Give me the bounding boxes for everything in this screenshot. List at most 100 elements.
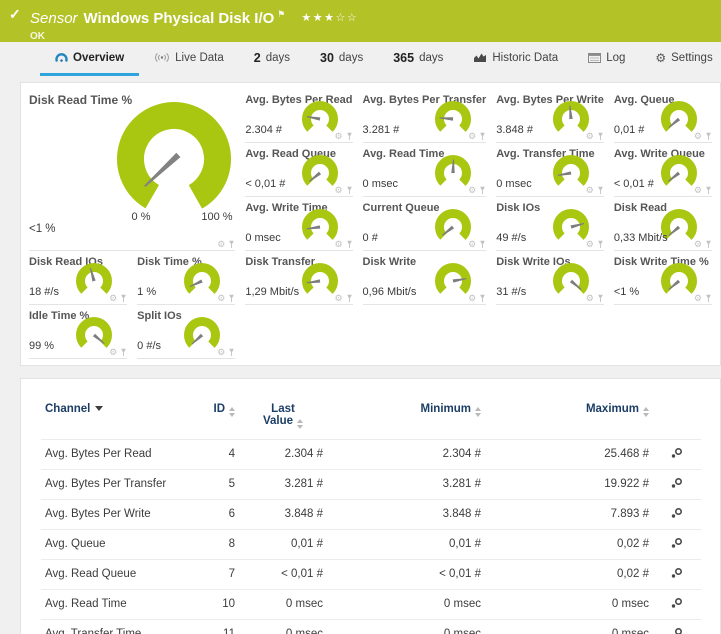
pin-icon[interactable]: [705, 186, 712, 195]
gear-icon[interactable]: ⚙: [217, 294, 225, 303]
pin-icon[interactable]: [346, 294, 353, 303]
pin-icon[interactable]: [120, 294, 127, 303]
channel-settings-icon[interactable]: [670, 507, 684, 519]
column-header-minimum[interactable]: Minimum: [327, 395, 485, 439]
channel-settings-icon[interactable]: [670, 477, 684, 489]
pin-icon[interactable]: [346, 240, 353, 249]
cell-last-value: 3.281 #: [239, 469, 327, 499]
pin-icon[interactable]: [228, 348, 235, 357]
cell-id: 11: [191, 619, 239, 634]
tab-overview[interactable]: Overview: [40, 42, 139, 76]
tab-label: days: [339, 52, 363, 64]
gear-icon[interactable]: ⚙: [468, 240, 476, 249]
gear-icon[interactable]: ⚙: [586, 240, 594, 249]
tab-30-days[interactable]: 30 days: [305, 42, 378, 76]
pin-icon[interactable]: [346, 132, 353, 141]
gear-icon[interactable]: ⚙: [334, 294, 342, 303]
gear-icon[interactable]: ⚙: [586, 132, 594, 141]
gear-icon[interactable]: ⚙: [334, 240, 342, 249]
big-gauge-tile: Disk Read Time % 0 % 100 % <1 % ⚙: [29, 91, 235, 251]
channel-settings-icon[interactable]: [670, 627, 684, 634]
channel-settings-icon[interactable]: [670, 567, 684, 579]
pin-icon[interactable]: [479, 132, 486, 141]
cell-id: 5: [191, 469, 239, 499]
pin-icon[interactable]: [705, 132, 712, 141]
gauge-tile: Avg. Transfer Time 0 msec ⚙: [496, 145, 604, 197]
gear-icon[interactable]: ⚙: [586, 186, 594, 195]
cell-maximum: 0,02 #: [485, 529, 653, 559]
gauge-value: 0 #: [363, 232, 378, 244]
pin-icon[interactable]: [346, 186, 353, 195]
gear-icon[interactable]: ⚙: [334, 132, 342, 141]
gear-icon[interactable]: ⚙: [334, 186, 342, 195]
gauge-tile: Disk Transfer 1,29 Mbit/s ⚙: [245, 253, 352, 305]
cell-last-value: 2.304 #: [239, 439, 327, 469]
tab-historic-data[interactable]: Historic Data: [458, 42, 573, 76]
chart-icon: [473, 52, 487, 63]
tab-2-days[interactable]: 2 days: [239, 42, 305, 76]
sort-icon: [643, 407, 649, 417]
channel-settings-icon[interactable]: [670, 447, 684, 459]
channel-settings-icon[interactable]: [670, 537, 684, 549]
log-icon: [588, 53, 601, 63]
priority-stars[interactable]: ★★★☆☆: [301, 12, 358, 24]
column-header-id[interactable]: ID: [191, 395, 239, 439]
pin-icon[interactable]: [479, 240, 486, 249]
cell-minimum: 0 msec: [327, 619, 485, 634]
pin-icon[interactable]: [228, 294, 235, 303]
channel-table-panel: Channel ID Last Value Minimum Maximum: [20, 378, 721, 634]
gauge-value: 49 #/s: [496, 232, 526, 244]
gear-icon[interactable]: ⚙: [694, 294, 702, 303]
cell-maximum: 0 msec: [485, 589, 653, 619]
gear-icon[interactable]: ⚙: [468, 294, 476, 303]
gauge-value: 3.281 #: [363, 124, 400, 136]
pin-icon[interactable]: [597, 132, 604, 141]
cell-id: 6: [191, 499, 239, 529]
gear-icon[interactable]: ⚙: [468, 132, 476, 141]
pin-icon[interactable]: [705, 240, 712, 249]
cell-channel: Avg. Bytes Per Read: [41, 439, 191, 469]
gear-icon[interactable]: ⚙: [694, 186, 702, 195]
gauge-value: 31 #/s: [496, 286, 526, 298]
gear-icon[interactable]: ⚙: [586, 294, 594, 303]
gauge-value: 0,01 #: [614, 124, 645, 136]
flag-icon[interactable]: ⚑: [277, 9, 285, 19]
pin-icon[interactable]: [479, 294, 486, 303]
gauge-needle: [143, 153, 181, 189]
gauge-value: <1 %: [614, 286, 639, 298]
gear-icon[interactable]: ⚙: [109, 348, 117, 357]
pin-icon[interactable]: [228, 240, 235, 249]
sort-icon: [229, 407, 235, 417]
overview-content: Disk Read Time % 0 % 100 % <1 % ⚙ Avg. B…: [0, 82, 721, 634]
tab-label: days: [419, 52, 443, 64]
cell-last-value: 0,01 #: [239, 529, 327, 559]
pin-icon[interactable]: [597, 294, 604, 303]
tab-log[interactable]: Log: [573, 42, 640, 76]
pin-icon[interactable]: [479, 186, 486, 195]
tab-live-data[interactable]: Live Data: [139, 42, 239, 76]
gauge-icon: [55, 52, 68, 63]
cell-channel: Avg. Transfer Time: [41, 619, 191, 634]
channel-settings-icon[interactable]: [670, 597, 684, 609]
tab-settings[interactable]: ⚙ Settings: [640, 42, 721, 76]
gear-icon[interactable]: ⚙: [109, 294, 117, 303]
gear-icon[interactable]: ⚙: [217, 348, 225, 357]
gear-icon[interactable]: ⚙: [694, 240, 702, 249]
column-header-maximum[interactable]: Maximum: [485, 395, 653, 439]
gauge-value: 18 #/s: [29, 286, 59, 298]
column-header-last-value[interactable]: Last Value: [239, 395, 327, 439]
gear-icon[interactable]: ⚙: [694, 132, 702, 141]
gear-icon[interactable]: ⚙: [468, 186, 476, 195]
pin-icon[interactable]: [597, 240, 604, 249]
pin-icon[interactable]: [120, 348, 127, 357]
tab-365-days[interactable]: 365 days: [378, 42, 458, 76]
gear-icon[interactable]: ⚙: [217, 240, 225, 249]
gauge-tile: Disk Read IOs 18 #/s ⚙: [29, 253, 127, 305]
tab-label: Overview: [73, 52, 124, 64]
pin-icon[interactable]: [597, 186, 604, 195]
tab-label: Settings: [671, 52, 713, 64]
column-header-channel[interactable]: Channel: [41, 395, 191, 439]
cell-channel: Avg. Queue: [41, 529, 191, 559]
pin-icon[interactable]: [705, 294, 712, 303]
cell-minimum: 2.304 #: [327, 439, 485, 469]
